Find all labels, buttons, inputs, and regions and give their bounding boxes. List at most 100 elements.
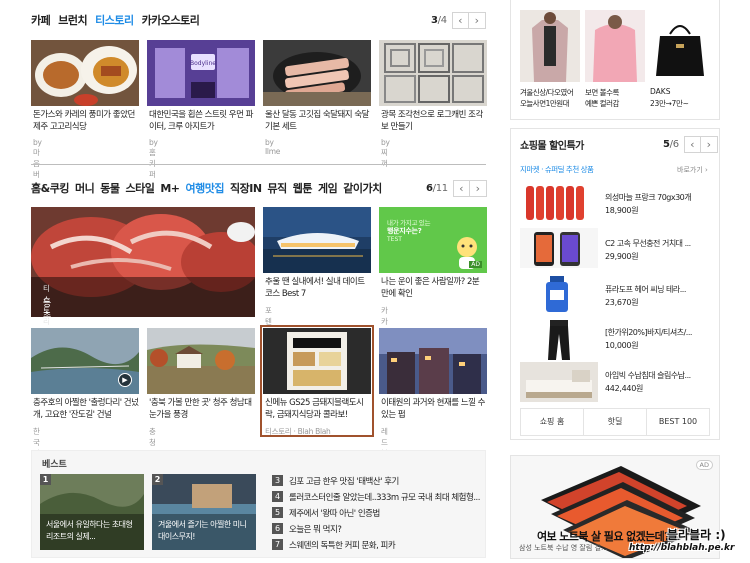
shopping-title: 쇼핑몰 할인특가 <box>520 141 584 152</box>
rank-badge: 2 <box>152 474 163 485</box>
tab-game[interactable]: 게임 <box>318 180 338 196</box>
tab-music[interactable]: 뮤직 <box>268 180 288 196</box>
card-thumbnail[interactable]: 내가 가지고 있는 행운지수는? TEST AD <box>379 207 487 273</box>
section-divider <box>31 164 486 165</box>
tab-home-cooking[interactable]: 홈&쿠킹 <box>31 180 69 196</box>
shop-item-name[interactable]: [한가위20%]바지/티셔츠/... <box>605 327 692 338</box>
next-page-button[interactable]: › <box>468 11 486 29</box>
card-title[interactable]: 추울 땐 실내에서! 실내 데이트 코스 Best 7 <box>265 276 369 300</box>
tab-money[interactable]: 머니 <box>75 180 95 196</box>
shopping-more-link[interactable]: 바로가기 › <box>677 165 708 175</box>
tab-job[interactable]: 직장IN <box>230 180 262 196</box>
ad-headline[interactable]: 여보 노트북 살 필요 없겠는데? <box>537 528 671 544</box>
category-pager-count: 6/11 <box>426 182 448 194</box>
shop-item-thumb[interactable] <box>520 274 598 314</box>
rank-badge: 5 <box>272 507 283 518</box>
card-title[interactable]: 나는 운이 좋은 사람일까? 2분만에 확인 <box>381 276 485 300</box>
shop-item-name[interactable]: C2 고속 무선충전 거치대 ... <box>605 238 691 249</box>
shop-item-name[interactable]: 퓨라도프 헤어 씨닝 테라... <box>605 284 686 295</box>
card-thumbnail[interactable] <box>263 40 371 106</box>
product-thumb-3[interactable] <box>650 10 710 82</box>
shop-item-name[interactable]: 의성마늘 프랑크 70gx30개 <box>605 192 692 203</box>
best-list-item[interactable]: 롤러코스터인줄 알았는데..333m 규모 국내 최대 체험형... <box>289 491 480 503</box>
rank-badge: 6 <box>272 523 283 534</box>
card-title[interactable]: 충주호의 아찔한 '출렁다리' 건넜개, 고요한 '잔도길' 건널 <box>33 397 139 421</box>
tab-mplus[interactable]: M+ <box>160 182 180 195</box>
card-thumbnail[interactable] <box>263 328 371 394</box>
card-thumbnail[interactable] <box>263 207 371 273</box>
product-line-2[interactable]: 23만→7만~ <box>650 98 689 109</box>
shopping-subtitle[interactable]: 지마켓 · 슈퍼딜 추천 상품 <box>520 164 594 175</box>
ad-badge: AD <box>469 261 482 268</box>
shopping-home-button[interactable]: 쇼핑 홈 <box>520 408 584 436</box>
top-tab-row: 카페 브런치 티스토리 카카오스토리 <box>31 10 207 30</box>
product-line-2[interactable]: 예쁜 컬러감 <box>585 98 619 109</box>
tab-together[interactable]: 같이가치 <box>343 180 382 196</box>
product-line-1[interactable]: 겨울신상/다오였어 <box>520 87 574 98</box>
next-page-button[interactable]: › <box>469 179 487 197</box>
shop-item-price: 23,670원 <box>605 298 639 307</box>
mid-card-5-highlighted[interactable]: 신메뉴 GS25 금돼지블랙도시락, 금돼지식당과 콜라보! 티스토리 · Bl… <box>260 325 374 437</box>
tab-brunch[interactable]: 브런치 <box>58 12 87 28</box>
card-thumbnail[interactable] <box>147 328 255 394</box>
best-list-item[interactable]: 김포 고급 한우 맛집 '태백산' 후기 <box>289 475 399 487</box>
next-page-button[interactable]: › <box>700 135 718 153</box>
tab-kakaostory[interactable]: 카카오스토리 <box>142 12 200 28</box>
best-card-2[interactable]: 2 겨울에서 즐기는 아찔한 미니대이스무지! <box>152 474 256 550</box>
product-line-2[interactable]: 오늘사면1만원대 <box>520 98 570 109</box>
card-title[interactable]: 대한민국을 휩쓴 스트릿 우먼 파이터, 크루 아지트가 <box>149 109 255 133</box>
tab-style[interactable]: 스타일 <box>125 180 154 196</box>
ad-badge: AD <box>695 460 713 470</box>
shop-item-name[interactable]: 아임빅 수납침대 슬림수납... <box>605 370 691 381</box>
best100-button[interactable]: BEST 100 <box>646 408 710 436</box>
card-thumbnail[interactable]: Bodyline <box>147 40 255 106</box>
tab-animal[interactable]: 동물 <box>100 180 120 196</box>
best-list-item[interactable]: 스웨덴의 독특한 커피 문화, 피카 <box>289 539 396 551</box>
card-title[interactable]: '충북 가볼 만한 곳' 청주 청남대 눈가을 풍경 <box>149 397 255 421</box>
prev-page-button[interactable]: ‹ <box>683 135 701 153</box>
product-line-1[interactable]: DAKS <box>650 87 670 96</box>
banner-line-2: 행운지수는? <box>387 227 422 235</box>
card-title[interactable]: 울산 달동 고깃집 숙달돼지 숙달 기본 세트 <box>265 109 371 133</box>
tab-webtoon[interactable]: 웹툰 <box>293 180 313 196</box>
best-label: 베스트 <box>42 460 67 470</box>
watermark-title: 블라블라 :) <box>667 528 726 542</box>
card-source: 티스토리 · Blah Blah <box>265 427 331 436</box>
tab-tistory[interactable]: 티스토리 <box>95 12 134 28</box>
card-title[interactable]: 이태원의 과거와 현재를 느낄 수 있는 펍 <box>381 397 487 421</box>
shop-item-thumb[interactable] <box>520 182 598 222</box>
card-thumbnail[interactable] <box>31 40 139 106</box>
best-card-1[interactable]: 1 서울에서 유일하다는 초대형 리조트의 실제... <box>40 474 144 550</box>
prev-page-button[interactable]: ‹ <box>451 11 469 29</box>
shop-item-thumb[interactable] <box>520 362 598 402</box>
best-list-item[interactable]: 오늘은 뭐 먹지? <box>289 523 342 535</box>
shop-item-price: 10,000원 <box>605 341 639 350</box>
best-card-title[interactable]: 겨울에서 즐기는 아찔한 미니대이스무지! <box>158 519 252 543</box>
page: 카페 브런치 티스토리 카카오스토리 3/4 ‹ › 돈가스와 카레의 풍미가 … <box>0 0 750 563</box>
top-pager-count: 3/4 <box>431 14 447 26</box>
svg-text:Bodyline: Bodyline <box>190 60 216 67</box>
prev-page-button[interactable]: ‹ <box>452 179 470 197</box>
feature-thumbnail[interactable] <box>31 207 255 317</box>
product-thumb-2[interactable] <box>585 10 645 82</box>
top-pager: 3/4 ‹ › <box>431 11 486 29</box>
tab-cafe[interactable]: 카페 <box>31 12 51 28</box>
best-list-item[interactable]: 제주에서 '왕따 아닌' 인증법 <box>289 507 380 519</box>
product-thumb-1[interactable] <box>520 10 580 82</box>
ad-subtext: 삼성 노트북 수납 영 잘림 결... <box>519 544 608 552</box>
card-thumbnail[interactable] <box>379 328 487 394</box>
tab-travel-food[interactable]: 여행맛집 <box>186 180 225 196</box>
hotdeal-button[interactable]: 핫딜 <box>583 408 647 436</box>
play-icon[interactable]: ▶ <box>118 373 132 387</box>
card-title[interactable]: 신메뉴 GS25 금돼지블랙도시락, 금돼지식당과 콜라보! <box>265 397 371 421</box>
shop-item-thumb[interactable] <box>520 320 598 360</box>
card-thumbnail[interactable]: ▶ <box>31 328 139 394</box>
product-line-1[interactable]: 보면 볼수록 <box>585 87 619 98</box>
shop-item-price: 442,440원 <box>605 384 644 393</box>
best-card-title[interactable]: 서울에서 유일하다는 초대형 리조트의 실제... <box>46 519 140 543</box>
rank-badge: 1 <box>40 474 51 485</box>
card-thumbnail[interactable] <box>379 40 487 106</box>
shop-item-thumb[interactable] <box>520 228 598 268</box>
card-title[interactable]: 돈가스와 카레의 풍미가 좋았던 제주 고고리식당 <box>33 109 139 133</box>
card-title[interactable]: 광목 조각천으로 로그캐빈 조각보 만들기 <box>381 109 487 133</box>
